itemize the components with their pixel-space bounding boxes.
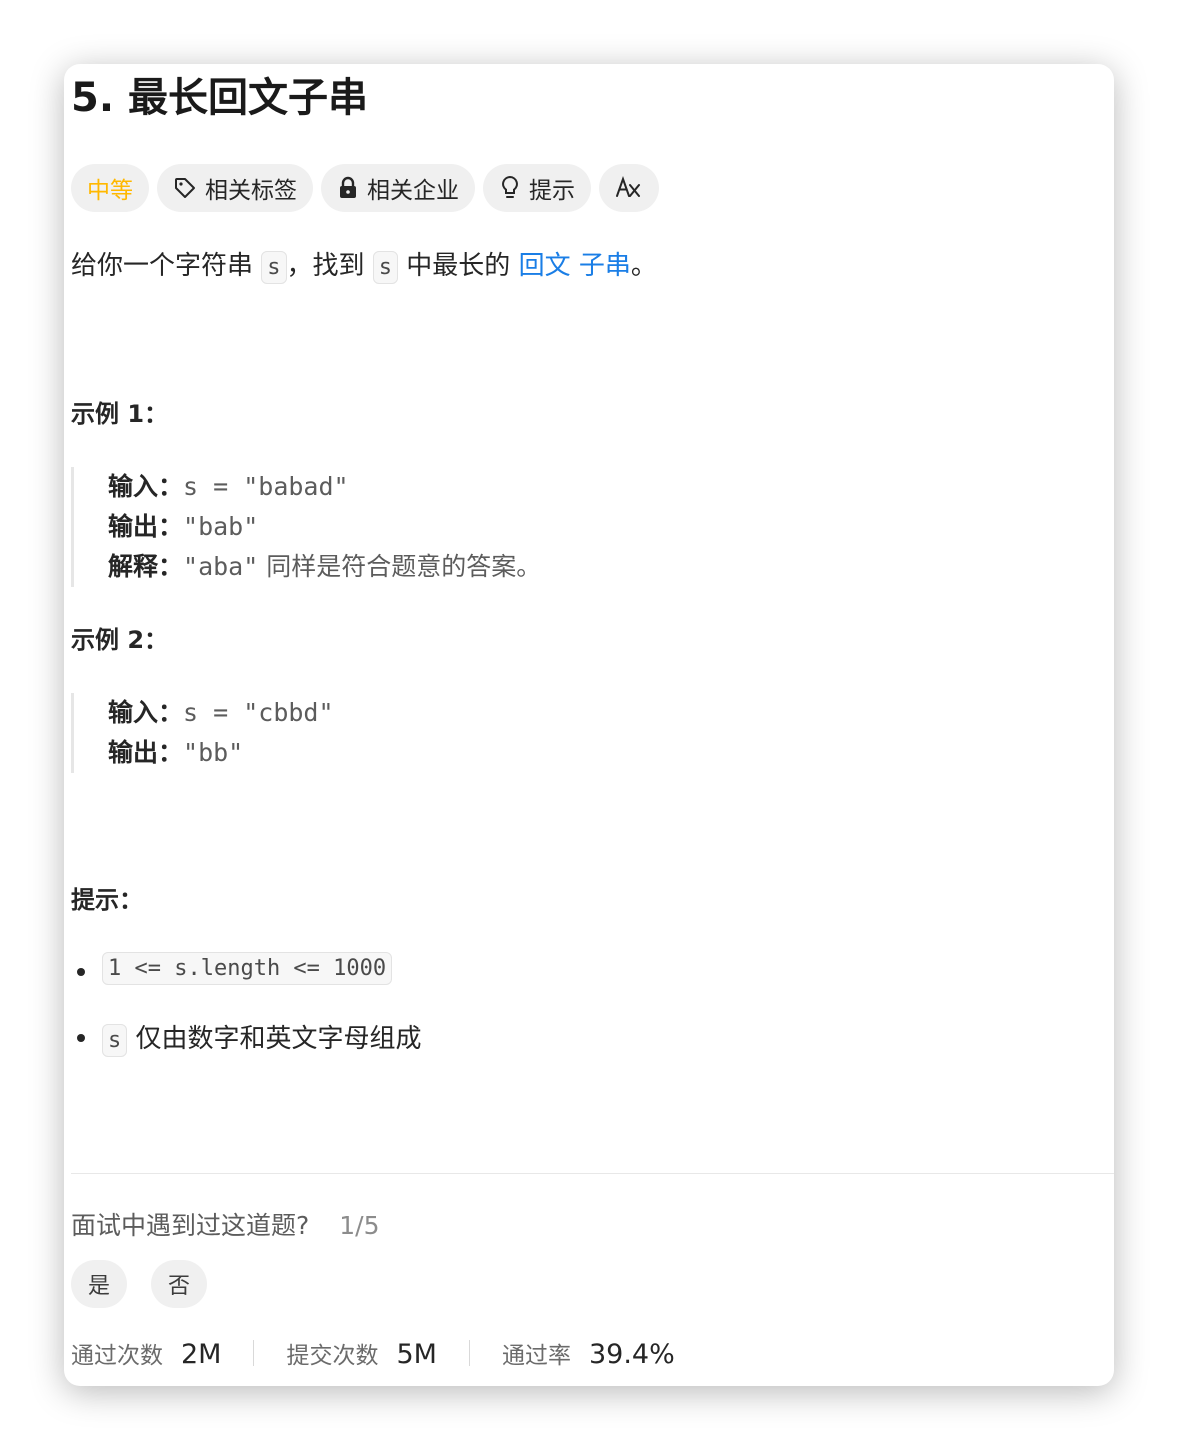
acceptance-rate: 通过率 39.4% bbox=[502, 1336, 675, 1370]
stat-label: 通过次数 bbox=[71, 1343, 163, 1369]
stat-label: 提交次数 bbox=[286, 1343, 379, 1369]
example-1-input: 输入：s = "babad" bbox=[108, 467, 541, 507]
accepted-count: 通过次数 2M bbox=[71, 1336, 221, 1370]
problem-title[interactable]: 5. 最长回文子串 bbox=[71, 78, 368, 118]
tag-icon bbox=[173, 176, 197, 200]
example-2-input: 输入：s = "cbbd" bbox=[108, 693, 334, 733]
example-1-heading: 示例 1： bbox=[71, 400, 169, 428]
input-label: 输入： bbox=[108, 472, 184, 501]
difficulty-label: 中等 bbox=[87, 178, 133, 204]
interview-page-counter: 1/5 bbox=[339, 1211, 380, 1240]
example-1-output: 输出："bab" bbox=[108, 507, 541, 547]
example-2-output: 输出："bb" bbox=[108, 733, 334, 773]
constraint-text: 仅由数字和英文字母组成 bbox=[135, 1024, 422, 1054]
lock-icon bbox=[337, 176, 359, 200]
tag-row: 中等 相关标签 相关企业 提示 bbox=[71, 164, 659, 212]
hint-label: 提示 bbox=[529, 178, 575, 204]
explain-text: 同样是符合题意的答案。 bbox=[258, 552, 542, 581]
substring-link[interactable]: 子串 bbox=[579, 251, 631, 281]
interview-question-text: 面试中遇到过这道题? bbox=[71, 1211, 310, 1240]
list-item: s 仅由数字和英文字母组成 bbox=[71, 1018, 422, 1084]
explain-value: "aba" bbox=[183, 552, 259, 581]
problem-card: 5. 最长回文子串 中等 相关标签 相关企业 提示 给你一个字符串 s ，找到 … bbox=[64, 64, 1114, 1386]
example-1-block: 输入：s = "babad" 输出："bab" 解释："aba" 同样是符合题意… bbox=[71, 467, 541, 587]
divider bbox=[71, 1173, 1114, 1174]
output-label: 输出： bbox=[108, 738, 184, 767]
stat-value: 2M bbox=[181, 1339, 222, 1370]
input-label: 输入： bbox=[108, 698, 184, 727]
problem-description: 给你一个字符串 s ，找到 s 中最长的 回文 子串。 bbox=[71, 246, 657, 288]
palindrome-link[interactable]: 回文 bbox=[519, 251, 571, 281]
explain-label: 解释： bbox=[108, 552, 184, 581]
constraints-heading: 提示： bbox=[71, 886, 143, 914]
submission-count: 提交次数 5M bbox=[286, 1336, 436, 1370]
example-2-block: 输入：s = "cbbd" 输出："bb" bbox=[71, 693, 334, 773]
stat-separator bbox=[253, 1340, 255, 1366]
translate-icon bbox=[615, 175, 643, 201]
example-2-heading: 示例 2： bbox=[71, 626, 169, 654]
stat-label: 通过率 bbox=[501, 1343, 571, 1369]
related-tags-label: 相关标签 bbox=[205, 178, 297, 204]
related-companies-label: 相关企业 bbox=[367, 178, 459, 204]
interview-answer-group: 是 否 bbox=[71, 1260, 207, 1308]
problem-stats: 通过次数 2M 提交次数 5M 通过率 39.4% bbox=[71, 1336, 675, 1370]
desc-text: 给你一个字符串 bbox=[71, 251, 262, 281]
related-companies-button[interactable]: 相关企业 bbox=[321, 164, 475, 212]
stat-value: 39.4% bbox=[588, 1339, 675, 1370]
constraints-list: 1 <= s.length <= 1000 s 仅由数字和英文字母组成 bbox=[71, 952, 422, 1084]
output-value: "bab" bbox=[183, 512, 259, 541]
desc-text: ，找到 bbox=[286, 251, 373, 281]
output-label: 输出： bbox=[108, 512, 184, 541]
bullet bbox=[77, 968, 85, 976]
list-item: 1 <= s.length <= 1000 bbox=[71, 952, 422, 1018]
example-1-explain: 解释："aba" 同样是符合题意的答案。 bbox=[108, 547, 541, 587]
inline-code: s bbox=[102, 1024, 128, 1057]
desc-text: 中最长的 bbox=[398, 251, 519, 281]
output-value: "bb" bbox=[183, 738, 244, 767]
lightbulb-icon bbox=[499, 175, 521, 201]
desc-text: 。 bbox=[630, 251, 657, 281]
input-value: s = "babad" bbox=[183, 472, 349, 501]
inline-code: 1 <= s.length <= 1000 bbox=[102, 952, 393, 985]
bullet bbox=[77, 1034, 85, 1042]
hint-button[interactable]: 提示 bbox=[483, 164, 591, 212]
yes-button[interactable]: 是 bbox=[71, 1260, 127, 1308]
related-tags-button[interactable]: 相关标签 bbox=[157, 164, 313, 212]
no-button[interactable]: 否 bbox=[151, 1260, 207, 1308]
stat-separator bbox=[468, 1340, 470, 1366]
input-value: s = "cbbd" bbox=[183, 698, 334, 727]
difficulty-badge: 中等 bbox=[71, 164, 149, 212]
translate-button[interactable] bbox=[599, 164, 659, 212]
inline-code: s bbox=[261, 251, 287, 284]
inline-code: s bbox=[372, 251, 399, 284]
interview-question: 面试中遇到过这道题? 1/5 bbox=[71, 1206, 380, 1242]
stat-value: 5M bbox=[396, 1339, 437, 1370]
